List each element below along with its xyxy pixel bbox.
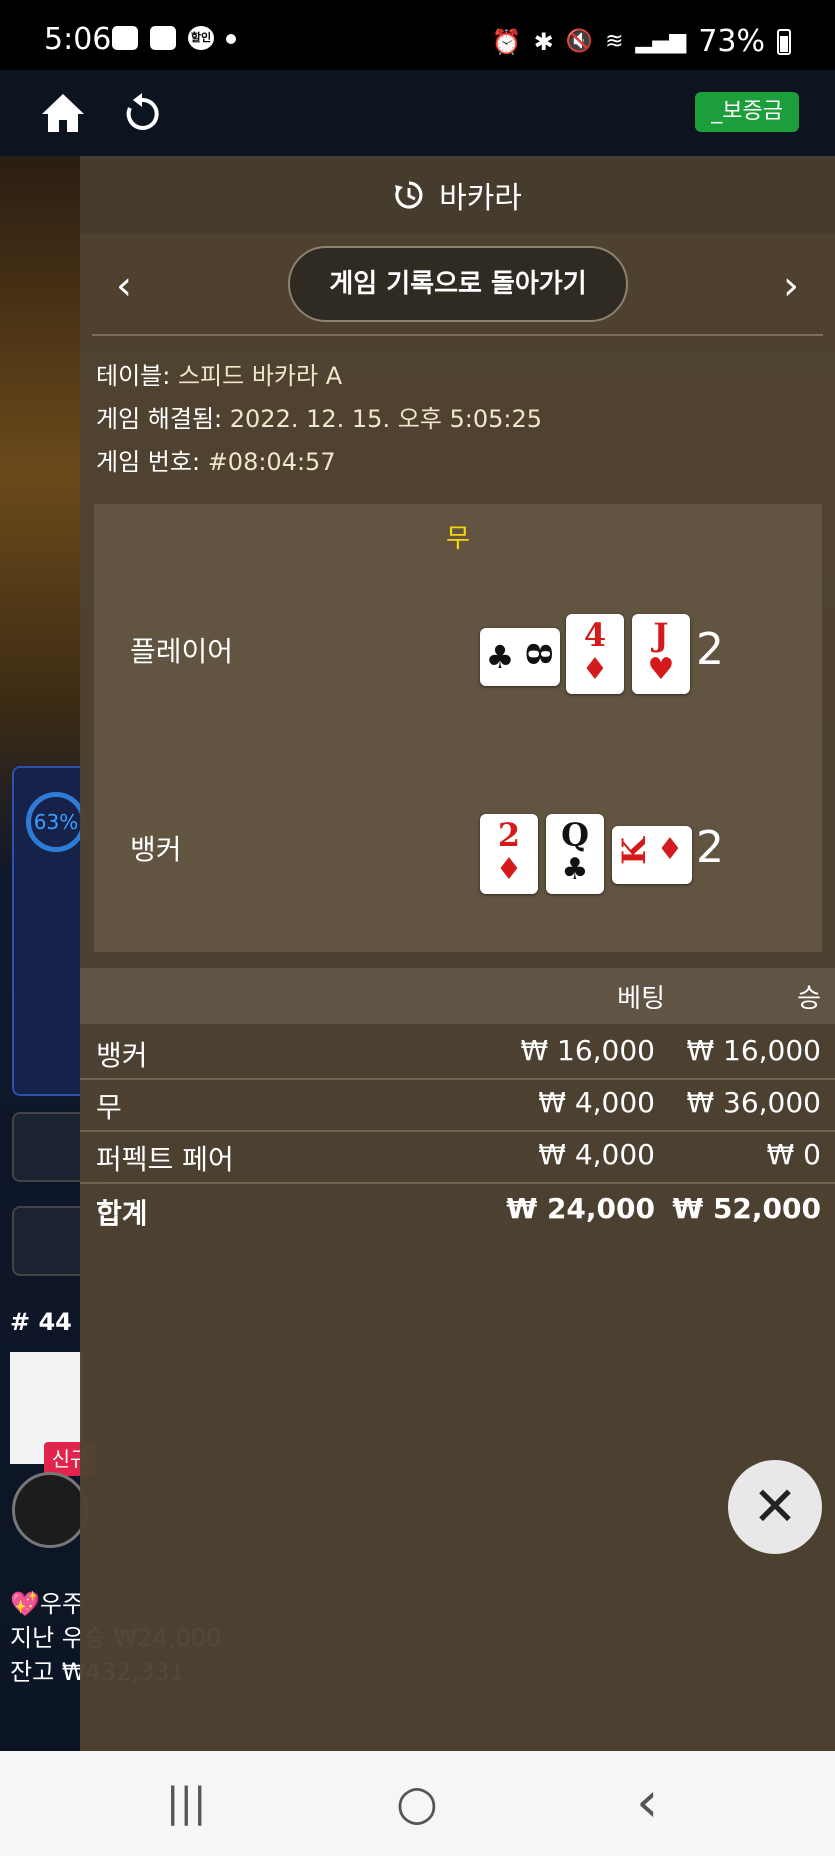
chip-button[interactable] bbox=[12, 1472, 88, 1548]
playing-card: 4 ♦ bbox=[566, 614, 624, 694]
signal-icon: ▂▄▆ bbox=[635, 29, 687, 54]
playing-card: J ♥ bbox=[632, 614, 690, 694]
sale-badge-icon: 할인 bbox=[188, 26, 214, 50]
status-time: 5:06 bbox=[44, 22, 112, 57]
heart-icon: 💖 bbox=[10, 1590, 40, 1618]
table-info: 테이블: 스피드 바카라 A bbox=[96, 362, 343, 390]
result-box: 무 플레이어 ♣ 8 4 ♦ J ♥ 2 뱅커 2 ♦ Q ♣ K ♦ 2 bbox=[94, 504, 822, 952]
history-icon bbox=[395, 181, 423, 209]
resolved-info: 게임 해결됨: 2022. 12. 15. 오후 5:05:25 bbox=[96, 405, 543, 433]
chevron-right-icon: › bbox=[783, 263, 799, 309]
playing-card: K ♦ bbox=[612, 826, 692, 884]
recent-apps-button[interactable]: ||| bbox=[166, 1781, 206, 1825]
player-label: 플레이어 bbox=[130, 635, 234, 668]
gallery-icon bbox=[150, 26, 176, 50]
divider bbox=[92, 334, 823, 336]
system-icons: ⏰ ✱ 🔇 ≋ ▂▄▆ 73% bbox=[492, 24, 791, 59]
bet-column-header: 베팅 bbox=[617, 984, 665, 1014]
back-to-history-button[interactable]: 게임 기록으로 돌아가기 bbox=[288, 246, 628, 322]
game-history-overlay: 바카라 ‹ 게임 기록으로 돌아가기 › 테이블: 스피드 바카라 A 게임 해… bbox=[80, 156, 835, 1751]
outcome-label: 무 bbox=[446, 524, 470, 554]
system-nav-bar: ||| ○ ‹ bbox=[0, 1751, 835, 1856]
dot-icon bbox=[226, 34, 236, 44]
home-icon bbox=[42, 94, 84, 132]
overlay-title: 바카라 bbox=[439, 181, 522, 216]
player-score: 2 bbox=[696, 624, 724, 675]
chevron-left-icon: ‹ bbox=[116, 263, 132, 309]
chat-icon bbox=[112, 26, 138, 50]
bluetooth-icon: ✱ bbox=[533, 27, 554, 56]
playing-card: ♣ 8 bbox=[480, 628, 560, 686]
app-top-bar: _보증금 bbox=[0, 70, 835, 156]
next-game-button[interactable]: › bbox=[771, 256, 811, 316]
table-row: 무 ₩ 4,000 ₩ 36,000 bbox=[80, 1080, 835, 1132]
player-hand: 플레이어 ♣ 8 4 ♦ J ♥ 2 bbox=[94, 614, 822, 694]
overlay-header: 바카라 bbox=[80, 156, 835, 234]
round-number: # 44 bbox=[10, 1308, 72, 1336]
game-number-info: 게임 번호: #08:04:57 bbox=[96, 448, 336, 476]
refresh-button[interactable] bbox=[124, 92, 160, 134]
refresh-icon bbox=[126, 93, 159, 130]
banker-score: 2 bbox=[696, 822, 724, 873]
win-column-header: 승 bbox=[797, 984, 821, 1014]
alarm-icon: ⏰ bbox=[491, 27, 522, 56]
history-navigation: ‹ 게임 기록으로 돌아가기 › bbox=[80, 234, 835, 338]
total-row: 합계 ₩ 24,000 ₩ 52,000 bbox=[96, 1192, 821, 1230]
mute-icon: 🔇 bbox=[565, 29, 594, 54]
prev-game-button[interactable]: ‹ bbox=[104, 256, 144, 316]
banker-hand: 뱅커 2 ♦ Q ♣ K ♦ 2 bbox=[94, 812, 822, 894]
deposit-button[interactable]: _보증금 bbox=[695, 92, 799, 132]
table-row: 뱅커 ₩ 16,000 ₩ 16,000 bbox=[80, 1028, 835, 1080]
home-button[interactable] bbox=[40, 92, 86, 134]
home-nav-button[interactable]: ○ bbox=[396, 1779, 438, 1827]
notification-icons: 할인 bbox=[112, 26, 236, 50]
close-button[interactable]: ✕ bbox=[728, 1460, 822, 1554]
ticker-line: 💖우주 bbox=[10, 1590, 85, 1618]
close-icon: ✕ bbox=[752, 1475, 798, 1538]
battery-icon bbox=[777, 28, 791, 55]
table-row: 퍼펙트 페어 ₩ 4,000 ₩ 0 bbox=[80, 1132, 835, 1184]
status-bar: 5:06 할인 ⏰ ✱ 🔇 ≋ ▂▄▆ 73% bbox=[0, 0, 835, 70]
banker-label: 뱅커 bbox=[130, 833, 182, 866]
wifi-icon: ≋ bbox=[605, 29, 624, 54]
playing-card: 2 ♦ bbox=[480, 814, 538, 894]
back-nav-button[interactable]: ‹ bbox=[636, 1775, 658, 1831]
progress-ring: 63% bbox=[26, 792, 86, 852]
battery-percent: 73% bbox=[698, 24, 765, 59]
playing-card: Q ♣ bbox=[546, 814, 604, 894]
bets-table-header: 베팅 승 bbox=[80, 968, 835, 1024]
